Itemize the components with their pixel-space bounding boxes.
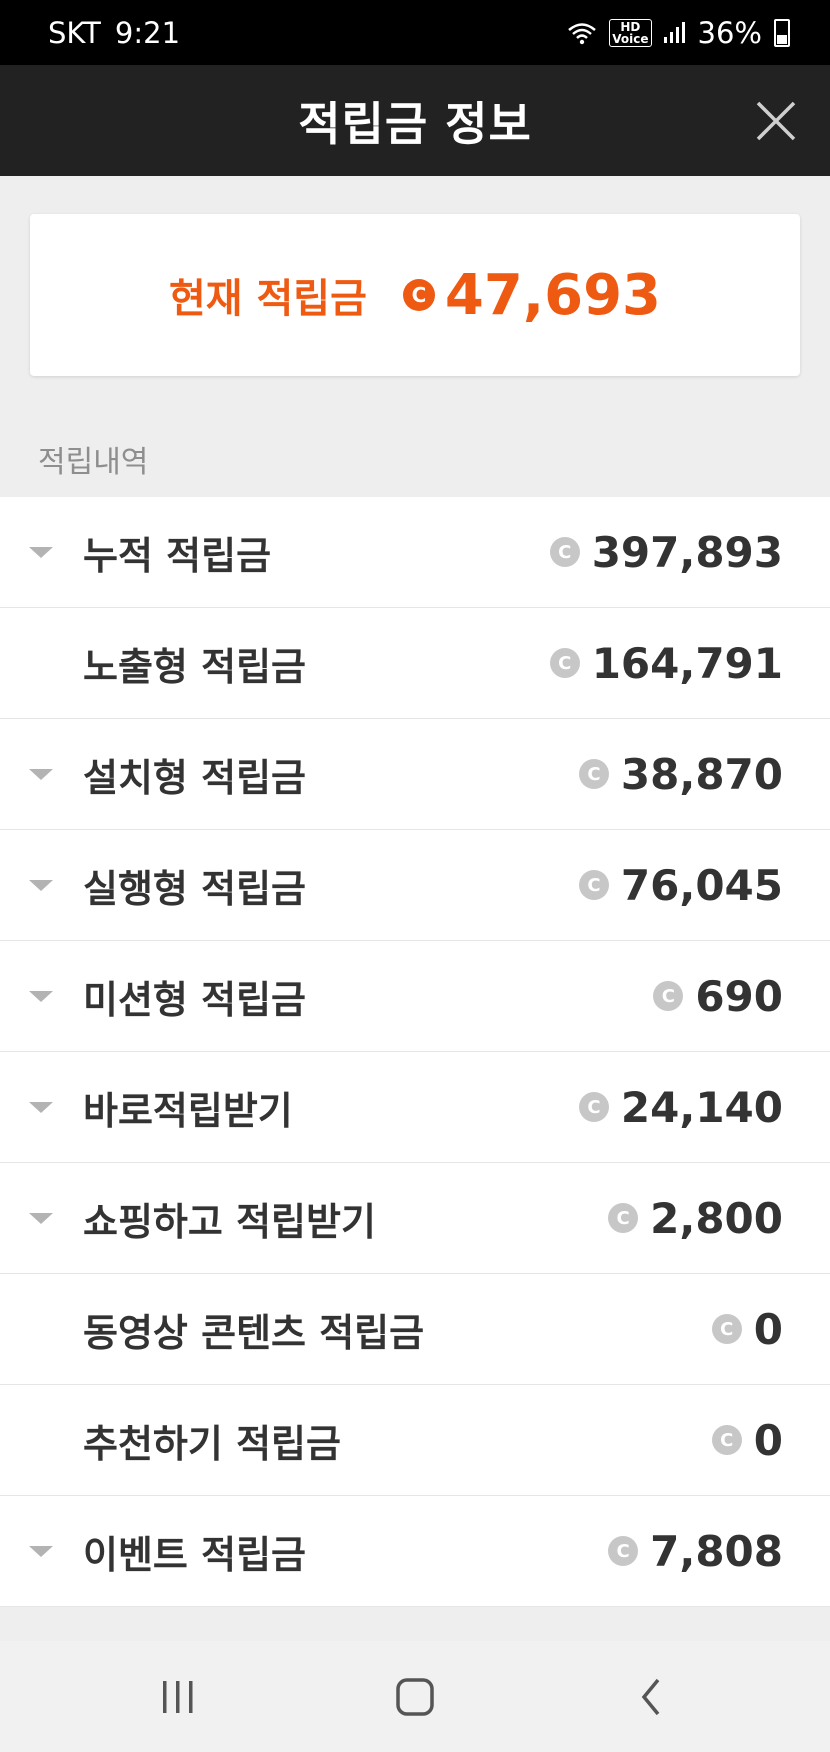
expand-arrow-icon[interactable]: [29, 1545, 53, 1557]
row-value: 7,808: [650, 1526, 783, 1576]
balance-amount: 47,693: [444, 262, 662, 328]
battery-percent: 36%: [697, 15, 762, 50]
history-row[interactable]: 누적 적립금 C 397,893: [0, 497, 830, 608]
expand-arrow-icon[interactable]: [29, 768, 53, 780]
close-button[interactable]: [752, 97, 800, 145]
row-value-group: C 7,808: [608, 1527, 783, 1576]
wifi-icon: [568, 22, 597, 44]
history-row[interactable]: 실행형 적립금 C 76,045: [0, 830, 830, 941]
row-label: 바로적립받기: [83, 1088, 293, 1133]
status-right: HD Voice 36%: [567, 16, 790, 50]
hd-voice-icon: HD Voice: [609, 18, 652, 47]
row-value: 2,800: [650, 1193, 783, 1243]
coin-icon: C: [653, 981, 684, 1011]
history-row[interactable]: 노출형 적립금 C 164,791: [0, 608, 830, 719]
row-value: 38,870: [620, 749, 783, 799]
page-title: 적립금 정보: [298, 96, 532, 151]
back-button[interactable]: [612, 1667, 692, 1727]
row-value-group: C 24,140: [578, 1082, 783, 1132]
expand-arrow-icon[interactable]: [29, 546, 53, 558]
clock: 9:21: [114, 15, 181, 50]
row-label: 누적 적립금: [83, 533, 272, 578]
system-nav-bar: [0, 1641, 830, 1752]
signal-icon: [663, 21, 685, 43]
app-header: 적립금 정보: [0, 65, 830, 176]
row-value-group: C 76,045: [578, 860, 783, 910]
row-label: 노출형 적립금: [83, 644, 306, 689]
history-row[interactable]: 미션형 적립금 C 690: [0, 941, 830, 1052]
row-label: 설치형 적립금: [83, 755, 306, 800]
row-value-group: C0: [711, 1304, 783, 1354]
battery-icon: [774, 18, 790, 47]
home-button[interactable]: [375, 1667, 455, 1727]
expand-arrow-icon[interactable]: [29, 1212, 53, 1224]
row-label: 추천하기 적립금: [83, 1421, 341, 1466]
status-left: SKT 9:21: [48, 16, 180, 50]
coin-icon: C: [608, 1203, 639, 1233]
coin-icon: C: [578, 1092, 609, 1122]
status-bar: SKT 9:21 HD Voice 36%: [0, 0, 830, 65]
balance-label: 현재 적립금: [168, 276, 367, 322]
row-value-group: C 164,791: [549, 638, 783, 688]
coin-icon: C: [578, 759, 609, 789]
row-label: 쇼핑하고 적립받기: [83, 1199, 376, 1244]
row-value: 0: [753, 1415, 783, 1465]
coin-icon: C: [711, 1425, 742, 1455]
coin-icon: C: [549, 648, 580, 678]
history-row[interactable]: 이벤트 적립금 C 7,808: [0, 1496, 830, 1607]
history-list: 누적 적립금 C 397,893 노출형 적립금 C 164,791 설치형 적립금 C 38,…: [0, 497, 830, 1607]
history-row[interactable]: 추천하기 적립금 C 0: [0, 1385, 830, 1496]
back-icon: [641, 1678, 659, 1715]
row-label: 미션형 적립금: [83, 977, 306, 1022]
row-label: 실행형 적립금: [83, 866, 306, 911]
coin-icon: C: [549, 537, 580, 567]
row-value: 24,140: [620, 1082, 783, 1132]
coin-icon: C: [608, 1536, 639, 1566]
row-value-group: C 38,870: [578, 749, 783, 799]
row-value: 397,893: [591, 527, 783, 577]
expand-arrow-icon[interactable]: [29, 990, 53, 1002]
row-value-group: C 397,893: [549, 527, 783, 577]
carrier: SKT: [48, 15, 101, 50]
history-row[interactable]: 바로적립받기 C 24,140: [0, 1052, 830, 1163]
close-icon: [756, 101, 796, 141]
expand-arrow-icon[interactable]: [29, 1101, 53, 1113]
row-value-group: C 2,800: [608, 1194, 783, 1243]
history-row[interactable]: 쇼핑하고 적립받기 C 2,800: [0, 1163, 830, 1274]
current-balance-card: 현재 적립금 C 47,693: [30, 214, 800, 376]
recent-apps-icon: [163, 1680, 193, 1713]
row-label: 이벤트 적립금: [83, 1532, 306, 1577]
recent-apps-button[interactable]: [138, 1667, 218, 1727]
row-value-group: C 690: [653, 972, 783, 1021]
home-icon: [396, 1677, 434, 1716]
coin-icon: C: [402, 279, 435, 311]
row-label: 동영상 콘텐츠 적립금: [83, 1310, 425, 1355]
row-value: 76,045: [620, 860, 783, 910]
coin-icon: C: [578, 870, 609, 900]
coin-icon: C: [711, 1314, 742, 1344]
history-row[interactable]: 동영상 콘텐츠 적립금 C 0: [0, 1274, 830, 1385]
row-value-group: C0: [711, 1415, 783, 1465]
row-value: 164,791: [591, 638, 783, 688]
history-row[interactable]: 설치형 적립금 C 38,870: [0, 719, 830, 830]
row-value: 690: [695, 971, 783, 1021]
expand-arrow-icon[interactable]: [29, 879, 53, 891]
balance-amount-group: C 47,693: [402, 262, 662, 328]
row-value: 0: [753, 1304, 783, 1354]
section-label: 적립내역: [38, 445, 149, 480]
